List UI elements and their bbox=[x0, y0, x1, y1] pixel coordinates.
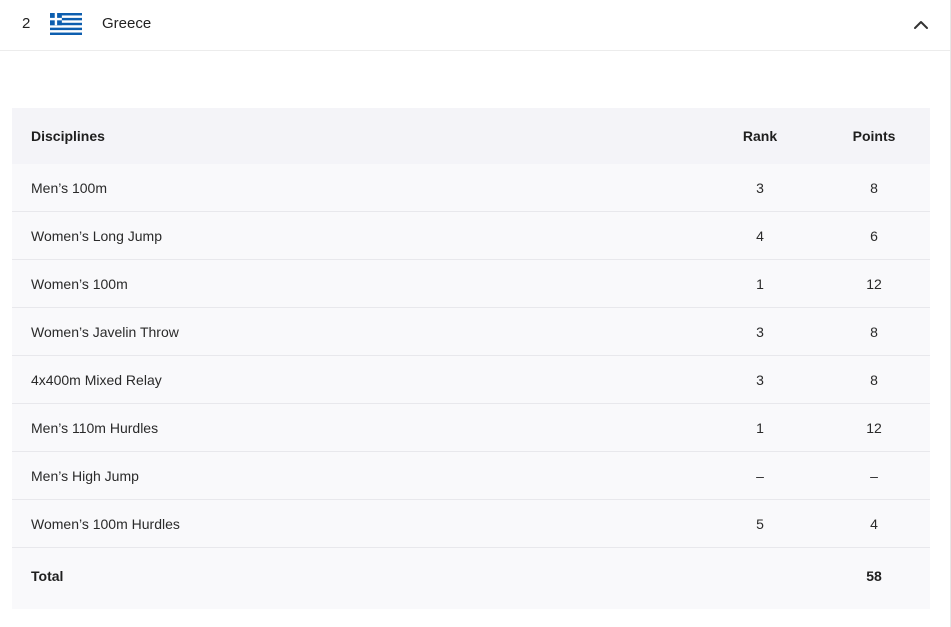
discipline-cell: 4x400m Mixed Relay bbox=[12, 355, 702, 404]
table-row: Men’s 100m 3 8 bbox=[12, 164, 930, 212]
column-header-disciplines: Disciplines bbox=[12, 108, 702, 164]
rank-cell: 1 bbox=[702, 403, 818, 452]
points-cell: 8 bbox=[818, 307, 930, 356]
rank-cell: 5 bbox=[702, 499, 818, 548]
table-row: Women’s 100m Hurdles 5 4 bbox=[12, 499, 930, 548]
table-row: Women’s 100m 1 12 bbox=[12, 259, 930, 308]
points-cell: 4 bbox=[818, 499, 930, 548]
country-result-panel: 2 Greece Disciplines Rank Points Men’s 1… bbox=[0, 0, 951, 627]
total-row: Total 58 bbox=[12, 547, 930, 603]
column-header-rank: Rank bbox=[702, 108, 818, 164]
discipline-cell: Women’s 100m bbox=[12, 259, 702, 308]
discipline-cell: Men’s High Jump bbox=[12, 451, 702, 500]
rank-cell: 1 bbox=[702, 259, 818, 308]
discipline-cell: Women’s Long Jump bbox=[12, 211, 702, 260]
points-cell: 12 bbox=[818, 403, 930, 452]
greece-flag-icon bbox=[50, 13, 82, 35]
discipline-cell: Men’s 110m Hurdles bbox=[12, 403, 702, 452]
table-row: Men’s 110m Hurdles 1 12 bbox=[12, 403, 930, 452]
disciplines-table-container: Disciplines Rank Points Men’s 100m 3 8 W… bbox=[12, 108, 930, 609]
total-points: 58 bbox=[818, 547, 930, 603]
country-name: Greece bbox=[102, 15, 152, 32]
table-row: Women’s Long Jump 4 6 bbox=[12, 211, 930, 260]
rank-cell: 4 bbox=[702, 211, 818, 260]
points-cell: 8 bbox=[818, 355, 930, 404]
table-row: Men’s High Jump – – bbox=[12, 451, 930, 500]
country-header[interactable]: 2 Greece bbox=[0, 0, 950, 51]
points-cell: 8 bbox=[870, 179, 878, 196]
discipline-cell: Men’s 100m bbox=[31, 179, 108, 196]
points-cell: 12 bbox=[818, 259, 930, 308]
points-cell: – bbox=[818, 451, 930, 500]
rank-cell: – bbox=[702, 451, 818, 500]
country-position: 2 bbox=[22, 15, 31, 32]
table-header-row: Disciplines Rank Points bbox=[12, 108, 930, 164]
discipline-cell: Women’s Javelin Throw bbox=[12, 307, 702, 356]
total-label: Total bbox=[12, 547, 702, 603]
rank-cell: 3 bbox=[756, 179, 764, 196]
points-cell: 6 bbox=[818, 211, 930, 260]
table-row: 4x400m Mixed Relay 3 8 bbox=[12, 355, 930, 404]
chevron-up-icon[interactable] bbox=[910, 14, 932, 36]
disciplines-table: Disciplines Rank Points Men’s 100m 3 8 W… bbox=[12, 108, 930, 603]
column-header-points: Points bbox=[818, 108, 930, 164]
total-rank-cell bbox=[702, 547, 818, 603]
rank-cell: 3 bbox=[702, 307, 818, 356]
table-row: Women’s Javelin Throw 3 8 bbox=[12, 307, 930, 356]
discipline-cell: Women’s 100m Hurdles bbox=[12, 499, 702, 548]
rank-cell: 3 bbox=[702, 355, 818, 404]
